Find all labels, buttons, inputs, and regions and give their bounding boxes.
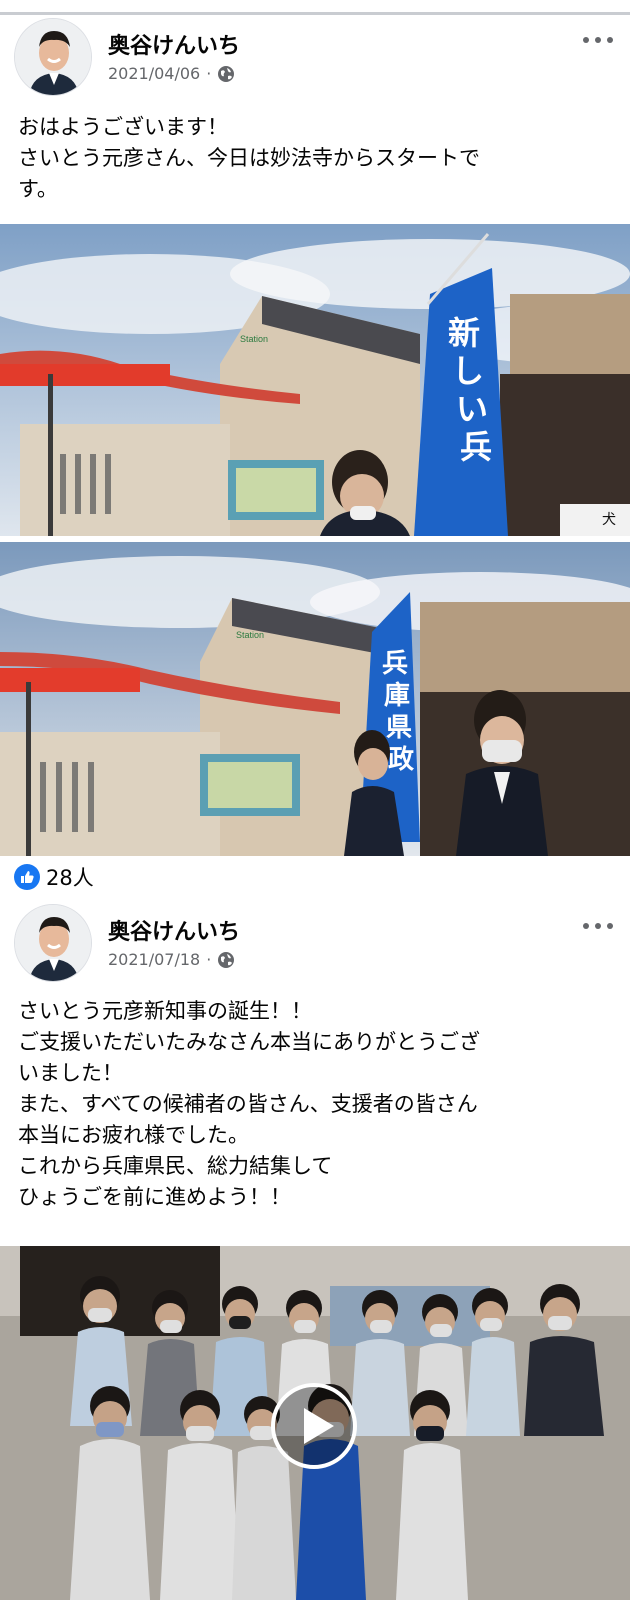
svg-text:い: い: [456, 390, 488, 428]
thumbs-up-icon: [14, 864, 40, 890]
post-meta: 2021/07/18 ·: [108, 950, 235, 969]
avatar[interactable]: [14, 904, 92, 982]
post-text-line: す。: [18, 177, 58, 201]
author-name[interactable]: 奥谷けんいち: [108, 28, 240, 60]
reaction-count[interactable]: 28人: [46, 862, 94, 892]
post-text-line: おはようございます！: [18, 115, 228, 139]
globe-icon: [218, 65, 235, 82]
globe-icon: [218, 951, 235, 968]
svg-text:庫: 庫: [384, 681, 410, 711]
avatar-portrait: [15, 19, 91, 95]
author-name[interactable]: 奥谷けんいち: [108, 914, 240, 946]
post-date[interactable]: 2021/07/18: [108, 950, 200, 969]
post-header: 奥谷けんいち 2021/04/06 ·: [14, 18, 616, 98]
post-video[interactable]: [0, 1246, 630, 1600]
feed-divider: [0, 12, 630, 15]
meta-separator: ·: [206, 64, 212, 83]
post-header: 奥谷けんいち 2021/07/18 ·: [14, 904, 616, 984]
svg-text:新: 新: [448, 314, 480, 352]
post-text-line: 本当にお疲れ様でした。: [18, 1123, 249, 1147]
svg-text:兵: 兵: [460, 428, 492, 466]
post-text-line: さいとう元彦新知事の誕生！！: [18, 999, 312, 1023]
avatar[interactable]: [14, 18, 92, 96]
station-photo-1: Station 犬 新 し い 兵: [0, 224, 630, 536]
post-text-line: さいとう元彦さん、今日は妙法寺からスタートで: [18, 146, 480, 170]
avatar-portrait: [15, 905, 91, 981]
svg-text:兵: 兵: [382, 649, 408, 679]
post-meta: 2021/04/06 ·: [108, 64, 235, 83]
station-photo-2: Station 兵 庫 県 政: [0, 542, 630, 856]
post-text-line: ご支援いただいたみなさん本当にありがとうござ: [18, 1030, 480, 1054]
svg-text:県: 県: [386, 713, 412, 743]
post-photo[interactable]: Station 犬 新 し い 兵: [0, 224, 630, 536]
play-button[interactable]: [270, 1382, 358, 1470]
play-icon: [271, 1383, 357, 1469]
post-text: おはようございます！ さいとう元彦さん、今日は妙法寺からスタートで す。: [18, 112, 608, 205]
more-options-icon[interactable]: [580, 30, 616, 50]
post-text-line: これから兵庫県民、総力結集して: [18, 1154, 333, 1178]
post-text-line: いました！: [18, 1061, 123, 1085]
svg-text:Station: Station: [236, 630, 264, 640]
more-options-icon[interactable]: [580, 916, 616, 936]
meta-separator: ·: [206, 950, 212, 969]
svg-text:Station: Station: [240, 334, 268, 344]
reactions-bar[interactable]: 28人: [14, 862, 94, 892]
post-text-line: ひょうごを前に進めよう！！: [18, 1185, 291, 1209]
post-text: さいとう元彦新知事の誕生！！ ご支援いただいたみなさん本当にありがとうござ いま…: [18, 996, 608, 1213]
svg-text:し: し: [452, 352, 484, 390]
post-date[interactable]: 2021/04/06: [108, 64, 200, 83]
post-text-line: また、すべての候補者の皆さん、支援者の皆さん: [18, 1092, 478, 1116]
post-photo[interactable]: Station 兵 庫 県 政: [0, 542, 630, 856]
svg-text:政: 政: [388, 744, 414, 775]
svg-text:犬: 犬: [602, 512, 616, 528]
